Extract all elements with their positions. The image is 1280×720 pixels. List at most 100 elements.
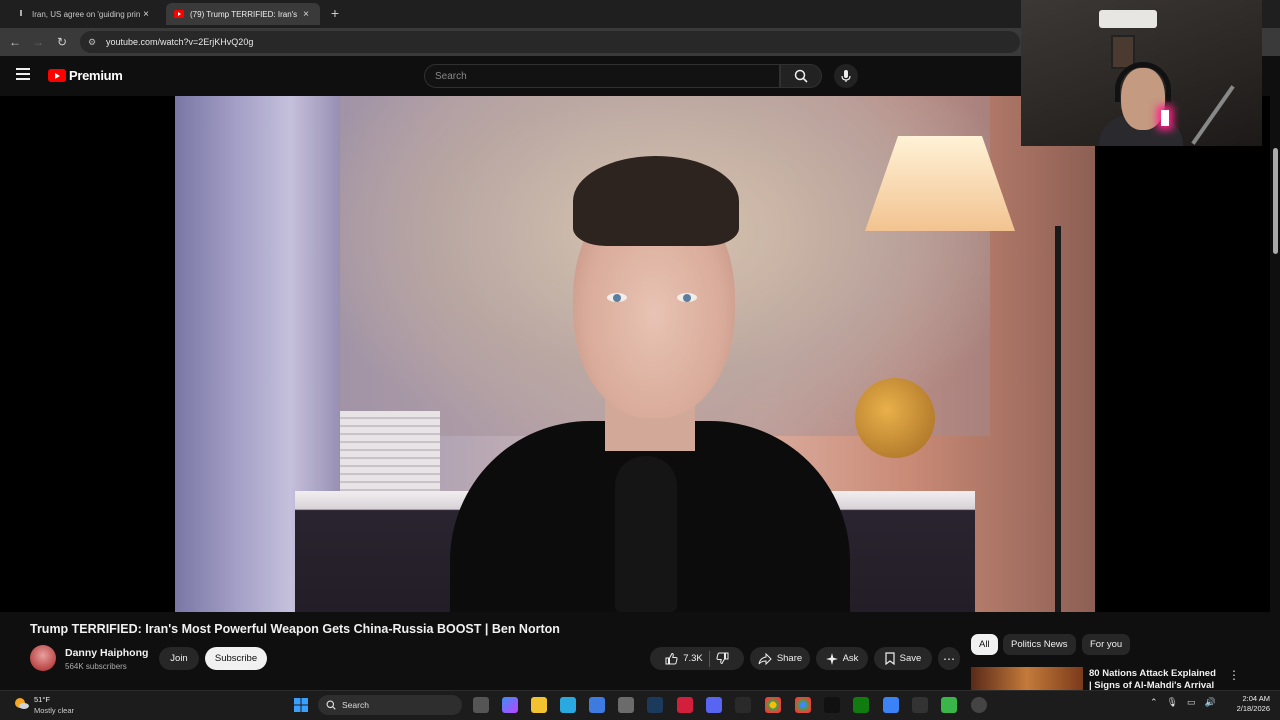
- browser-tab[interactable]: 𝐈 Iran, US agree on 'guiding prin ×: [8, 3, 160, 25]
- lamp-pole: [1055, 226, 1061, 612]
- forward-icon[interactable]: →: [30, 34, 46, 50]
- amd-icon[interactable]: [735, 697, 751, 713]
- copilot-icon[interactable]: [502, 697, 518, 713]
- close-tab-icon[interactable]: ×: [140, 9, 152, 20]
- browser-tab-active[interactable]: (79) Trump TERRIFIED: Iran's M ×: [166, 3, 320, 25]
- new-tab-button[interactable]: +: [328, 5, 342, 21]
- network-icon[interactable]: ▭: [1187, 697, 1196, 708]
- logo-text: Premium: [69, 68, 123, 83]
- microphone-tray-icon[interactable]: 🎙: [1167, 697, 1178, 708]
- like-icon[interactable]: [665, 652, 678, 665]
- task-view-icon[interactable]: [473, 697, 489, 713]
- presenter-hair: [573, 156, 739, 246]
- ask-label: Ask: [842, 653, 859, 664]
- channel-avatar[interactable]: [30, 645, 56, 671]
- share-icon: [758, 652, 772, 665]
- join-button[interactable]: Join: [159, 647, 199, 670]
- globe: [855, 378, 935, 458]
- chip-for-you[interactable]: For you: [1082, 634, 1131, 655]
- ask-button[interactable]: Ask: [816, 647, 868, 670]
- chevron-up-icon[interactable]: ⌃: [1150, 697, 1158, 708]
- page-scrollbar[interactable]: [1270, 146, 1280, 692]
- system-tray: ⌃ 🎙 ▭ 🔊: [1150, 697, 1216, 708]
- video-player[interactable]: [0, 96, 1270, 612]
- microphone-icon: [841, 70, 851, 82]
- save-button[interactable]: Save: [874, 647, 932, 670]
- mic-arm: [1191, 85, 1235, 145]
- search-icon: [794, 69, 808, 83]
- site-info-icon[interactable]: ⚙: [88, 37, 98, 48]
- scrollbar-thumb[interactable]: [1273, 148, 1278, 254]
- obs-icon[interactable]: [971, 697, 987, 713]
- presenter-eye: [607, 293, 627, 302]
- channel-name[interactable]: Danny Haiphong: [65, 647, 148, 659]
- sparkle-icon: [825, 652, 838, 665]
- volume-icon[interactable]: 🔊: [1205, 697, 1216, 708]
- chip-politics-news[interactable]: Politics News: [1003, 634, 1076, 655]
- subscribe-button[interactable]: Subscribe: [205, 647, 267, 670]
- app-icon[interactable]: [618, 697, 634, 713]
- edge-icon[interactable]: [560, 697, 576, 713]
- like-count[interactable]: 7.3K: [683, 653, 703, 664]
- address-bar[interactable]: ⚙ youtube.com/watch?v=2ErjKHvQ20g: [80, 31, 1020, 53]
- voice-search-button[interactable]: [834, 64, 858, 88]
- youtube-logo[interactable]: Premium: [48, 68, 123, 83]
- tab-title: (79) Trump TERRIFIED: Iran's M: [190, 9, 300, 19]
- search-input[interactable]: Search: [424, 64, 780, 88]
- weather-moon-icon[interactable]: [12, 696, 30, 710]
- discord-icon[interactable]: [706, 697, 722, 713]
- share-label: Share: [776, 653, 803, 664]
- close-tab-icon[interactable]: ×: [300, 9, 312, 20]
- search-icon: [326, 700, 336, 710]
- recommended-title[interactable]: 80 Nations Attack Explained | Signs of A…: [1089, 668, 1219, 690]
- search-button[interactable]: [780, 64, 822, 88]
- air-conditioner: [1099, 10, 1157, 28]
- taskbar-search[interactable]: Search: [318, 695, 462, 715]
- subscriber-count: 564K subscribers: [65, 662, 127, 671]
- windows-start-icon[interactable]: [293, 697, 309, 713]
- green-app-icon[interactable]: [941, 697, 957, 713]
- news-icon: 𝐈: [19, 9, 23, 18]
- share-button[interactable]: Share: [750, 647, 810, 670]
- game-app-icon[interactable]: [677, 697, 693, 713]
- youtube-icon: [174, 9, 184, 19]
- temperature[interactable]: 51°F: [34, 695, 50, 704]
- more-horizontal-icon: ⋯: [943, 651, 955, 666]
- store-icon[interactable]: [589, 697, 605, 713]
- weather-description[interactable]: Mostly clear: [34, 706, 74, 715]
- tab-title: Iran, US agree on 'guiding prin: [32, 9, 140, 19]
- search-placeholder: Search: [435, 70, 467, 82]
- video-frame[interactable]: [175, 96, 1095, 612]
- bookmark-icon: [885, 652, 895, 665]
- file-explorer-icon[interactable]: [531, 697, 547, 713]
- clock-date[interactable]: 2/18/2026: [1228, 704, 1270, 713]
- presenter-eye: [677, 293, 697, 302]
- taskbar-search-label: Search: [342, 700, 369, 710]
- like-divider: [708, 650, 710, 667]
- chrome-profile-icon[interactable]: [795, 697, 811, 713]
- tradingview-icon[interactable]: [824, 697, 840, 713]
- more-vertical-icon[interactable]: ⋮: [1228, 668, 1240, 682]
- xbox-icon[interactable]: [853, 697, 869, 713]
- chip-all[interactable]: All: [971, 634, 998, 655]
- menu-icon[interactable]: [16, 68, 30, 82]
- reload-icon[interactable]: ↻: [54, 34, 70, 50]
- messenger-icon[interactable]: [883, 697, 899, 713]
- chrome-icon[interactable]: [765, 697, 781, 713]
- save-label: Save: [899, 653, 922, 664]
- dislike-icon[interactable]: [716, 652, 729, 665]
- rgb-light: [1161, 110, 1169, 126]
- taskbar: 51°F Mostly clear Search ⌃ 🎙 ▭ 🔊 2:04 AM…: [0, 690, 1280, 720]
- webcam-overlay: [1021, 0, 1262, 146]
- like-dislike-group: 7.3K: [650, 647, 744, 670]
- steam-icon[interactable]: [647, 697, 663, 713]
- clock-time[interactable]: 2:04 AM: [1234, 694, 1270, 703]
- terminal-icon[interactable]: [912, 697, 928, 713]
- url-text: youtube.com/watch?v=2ErjKHvQ20g: [106, 37, 254, 47]
- video-title: Trump TERRIFIED: Iran's Most Powerful We…: [30, 622, 560, 636]
- back-icon[interactable]: ←: [7, 34, 23, 50]
- youtube-play-icon: [48, 69, 66, 82]
- more-actions-button[interactable]: ⋯: [938, 647, 960, 670]
- recommended-thumbnail[interactable]: [971, 667, 1083, 691]
- books: [340, 411, 440, 491]
